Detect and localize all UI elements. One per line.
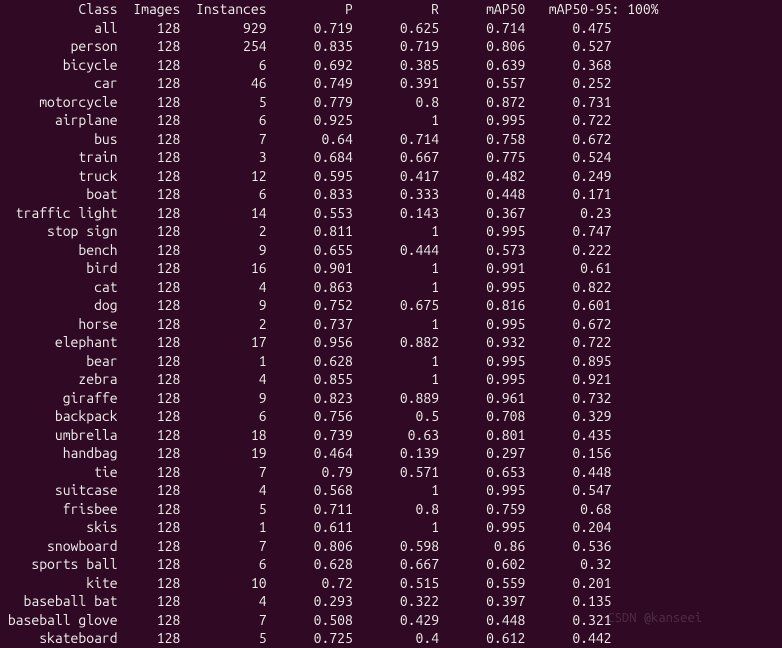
terminal-output: Class Images Instances P R mAP50 mAP50-9…	[0, 0, 782, 648]
